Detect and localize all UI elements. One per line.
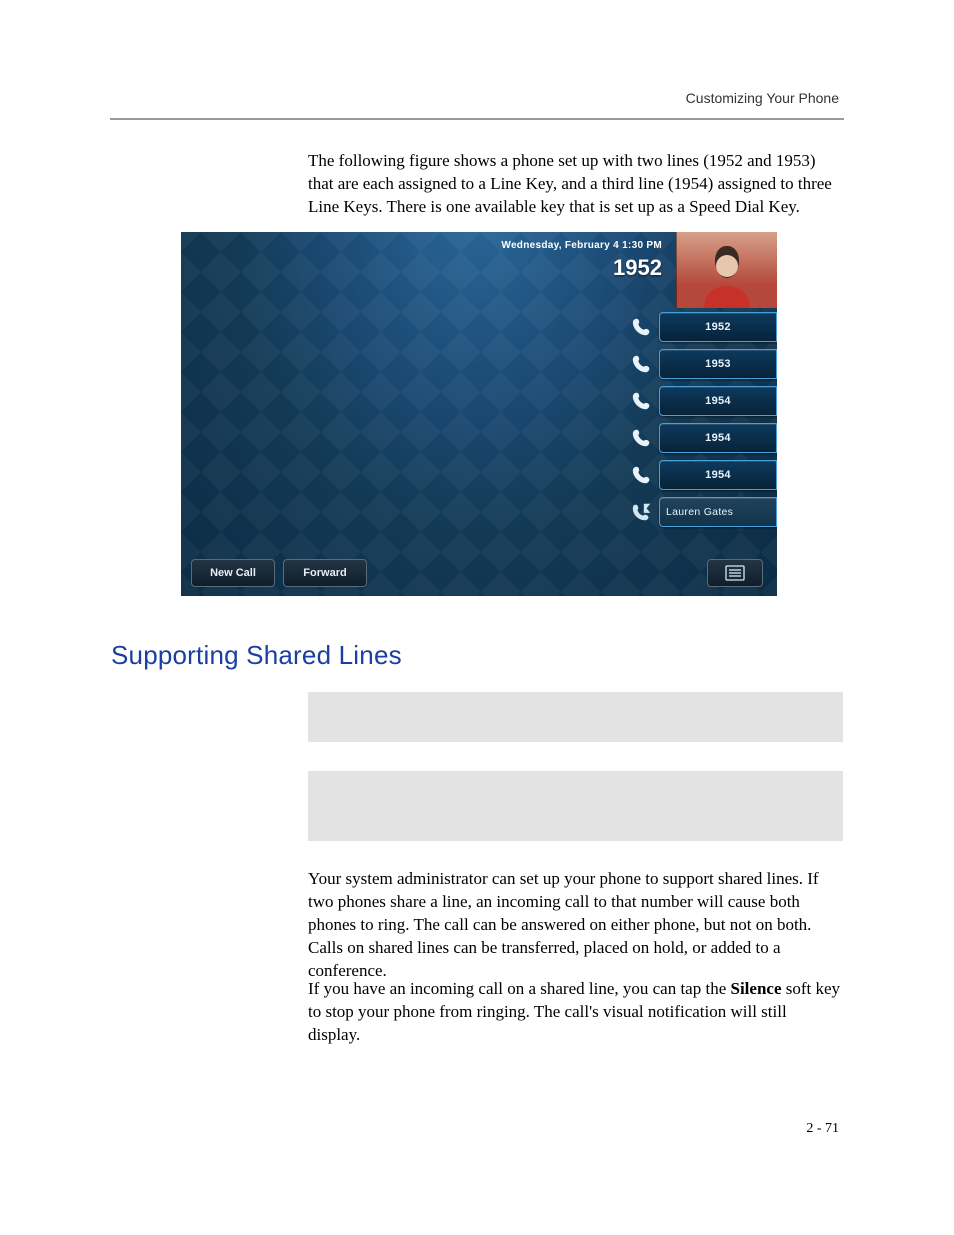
speeddial-icon [627, 497, 657, 527]
phone-extension: 1952 [501, 255, 662, 281]
speeddial-key-label: Lauren Gates [659, 497, 777, 527]
line-keys: 1952 1953 1954 1954 [627, 312, 777, 527]
handset-icon [627, 423, 657, 453]
line-key-label: 1954 [659, 386, 777, 416]
handset-icon [627, 312, 657, 342]
page-number: 2 - 71 [806, 1121, 839, 1137]
placeholder-block [308, 771, 843, 841]
body-paragraph: If you have an incoming call on a shared… [308, 978, 843, 1047]
line-key-row[interactable]: 1953 [627, 349, 777, 379]
placeholder-block [308, 692, 843, 742]
line-key-row[interactable]: 1954 [627, 386, 777, 416]
line-key-label: 1954 [659, 423, 777, 453]
phone-datetime: Wednesday, February 4 1:30 PM [501, 240, 662, 251]
line-key-row[interactable]: 1954 [627, 460, 777, 490]
softkey-forward[interactable]: Forward [283, 559, 367, 587]
line-key-label: 1954 [659, 460, 777, 490]
bold-text: Silence [731, 979, 782, 998]
softkey-bar: New Call Forward [191, 559, 367, 587]
handset-icon [627, 386, 657, 416]
phone-header: Wednesday, February 4 1:30 PM 1952 [501, 240, 662, 281]
line-key-label: 1953 [659, 349, 777, 379]
menu-icon [725, 565, 745, 581]
handset-icon [627, 460, 657, 490]
softkey-new-call[interactable]: New Call [191, 559, 275, 587]
phone-screenshot: Wednesday, February 4 1:30 PM 1952 1952 [181, 232, 777, 596]
speeddial-key-row[interactable]: Lauren Gates [627, 497, 777, 527]
line-key-row[interactable]: 1952 [627, 312, 777, 342]
menu-button[interactable] [707, 559, 763, 587]
handset-icon [627, 349, 657, 379]
header-rule [110, 118, 844, 120]
avatar [676, 232, 777, 308]
text: If you have an incoming call on a shared… [308, 979, 731, 998]
running-head: Customizing Your Phone [686, 90, 839, 106]
line-key-label: 1952 [659, 312, 777, 342]
line-key-row[interactable]: 1954 [627, 423, 777, 453]
avatar-icon [692, 238, 762, 308]
body-paragraph: Your system administrator can set up you… [308, 868, 843, 983]
section-heading: Supporting Shared Lines [111, 640, 402, 671]
intro-paragraph: The following figure shows a phone set u… [308, 150, 843, 219]
